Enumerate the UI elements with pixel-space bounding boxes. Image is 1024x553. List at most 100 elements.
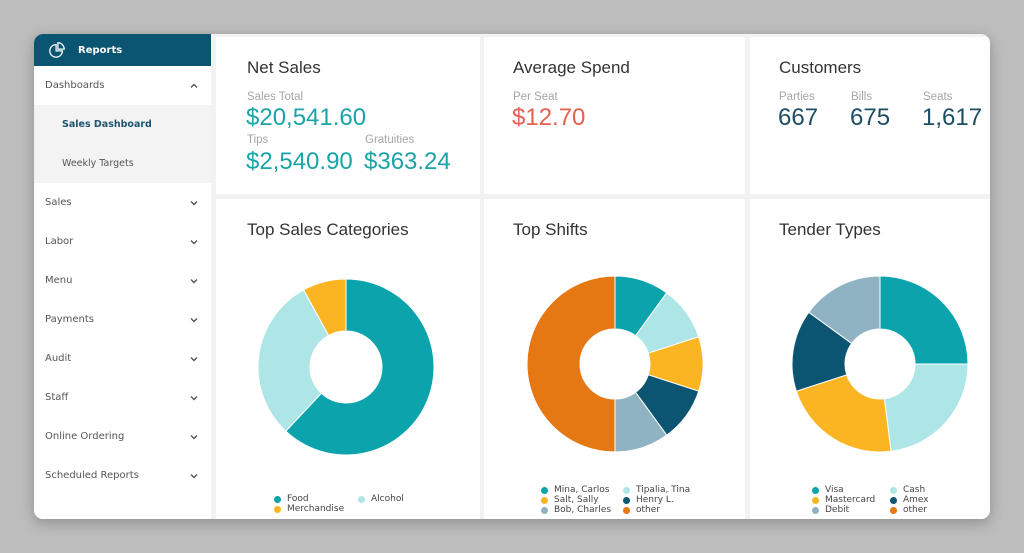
chevron-down-icon <box>190 434 198 439</box>
bills-label: Bills <box>851 91 873 103</box>
sidebar-item-labor[interactable]: Labor <box>34 222 211 261</box>
legend-swatch <box>541 506 548 514</box>
chart-legend: Food Alcohol Merchandise <box>274 494 438 514</box>
tender-types-donut <box>791 275 969 453</box>
pie-chart-icon <box>49 42 65 58</box>
legend-label: other <box>636 505 660 515</box>
sidebar-item-audit[interactable]: Audit <box>34 339 211 378</box>
chevron-down-icon <box>190 356 198 361</box>
card-title: Net Sales <box>247 58 321 77</box>
legend-label: Food <box>287 494 309 504</box>
legend-item: other <box>890 505 950 515</box>
legend-swatch <box>890 486 897 494</box>
sidebar-item-menu[interactable]: Menu <box>34 261 211 300</box>
top-sales-categories-card: Top Sales Categories Food Alcohol Merchand… <box>216 199 480 519</box>
sidebar-item-staff[interactable]: Staff <box>34 378 211 417</box>
chart-legend: Mina, Carlos Tipalia, Tina Salt, Sally Henr… <box>541 485 703 515</box>
legend-label: Henry L. <box>636 495 674 505</box>
sidebar-item-label: Online Ordering <box>45 431 125 442</box>
card-title: Tender Types <box>779 220 881 239</box>
chevron-down-icon <box>190 200 198 205</box>
card-title: Top Shifts <box>513 220 588 239</box>
legend-swatch <box>812 496 819 504</box>
legend-item: Cash <box>890 485 950 495</box>
sidebar-item-online-ordering[interactable]: Online Ordering <box>34 417 211 456</box>
chevron-down-icon <box>190 395 198 400</box>
sidebar-header-reports[interactable]: Reports <box>34 34 211 66</box>
legend-swatch <box>623 486 630 494</box>
gratuities-label: Gratuities <box>365 134 415 146</box>
sidebar-item-sales[interactable]: Sales <box>34 183 211 222</box>
sidebar-item-label: Scheduled Reports <box>45 470 139 481</box>
legend-item: Alcohol <box>358 494 438 504</box>
legend-label: Mina, Carlos <box>554 485 610 495</box>
legend-item: other <box>623 505 703 515</box>
sidebar-item-scheduled-reports[interactable]: Scheduled Reports <box>34 456 211 495</box>
legend-item: Merchandise <box>274 504 358 514</box>
card-title: Top Sales Categories <box>247 220 409 239</box>
app-window: Reports Dashboards Sales Dashboard Weekl… <box>34 34 990 519</box>
legend-item: Salt, Sally <box>541 495 623 505</box>
chevron-down-icon <box>190 278 198 283</box>
sidebar-item-label: Labor <box>45 236 74 247</box>
legend-swatch <box>358 495 365 503</box>
bills-value: 675 <box>850 104 891 131</box>
seats-value: 1,617 <box>922 104 983 131</box>
legend-item: Debit <box>812 505 890 515</box>
legend-swatch <box>274 495 281 503</box>
legend-label: Alcohol <box>371 494 404 504</box>
legend-item: Food <box>274 494 358 504</box>
legend-item: Mastercard <box>812 495 890 505</box>
sales-total-value: $20,541.60 <box>246 104 367 131</box>
chevron-down-icon <box>190 239 198 244</box>
legend-item: Tipalia, Tina <box>623 485 703 495</box>
legend-label: Debit <box>825 505 850 515</box>
sidebar-item-label: Staff <box>45 392 69 403</box>
legend-swatch <box>623 506 630 514</box>
sidebar-item-label: Audit <box>45 353 72 364</box>
legend-label: Bob, Charles <box>554 505 612 515</box>
sidebar-item-label: Dashboards <box>45 80 105 91</box>
parties-value: 667 <box>778 104 819 131</box>
sidebar-subitem-weekly-targets[interactable]: Weekly Targets <box>34 144 211 183</box>
chevron-down-icon <box>190 317 198 322</box>
legend-swatch <box>541 496 548 504</box>
gratuities-value: $363.24 <box>364 148 451 175</box>
parties-label: Parties <box>779 91 815 103</box>
legend-label: Salt, Sally <box>554 495 599 505</box>
legend-swatch <box>890 496 897 504</box>
sidebar-item-label: Menu <box>45 275 73 286</box>
sidebar-item-label: Payments <box>45 314 94 325</box>
legend-item: Amex <box>890 495 950 505</box>
legend-swatch <box>274 505 281 513</box>
legend-label: Merchandise <box>287 504 345 514</box>
seats-label: Seats <box>923 91 953 103</box>
legend-label: other <box>903 505 927 515</box>
chevron-up-icon <box>190 83 198 88</box>
per-seat-label: Per Seat <box>513 91 558 103</box>
sidebar-header-label: Reports <box>78 44 123 56</box>
top-shifts-donut <box>526 275 704 453</box>
top-sales-categories-donut <box>257 278 435 456</box>
average-spend-card: Average Spend Per Seat $12.70 <box>484 37 745 194</box>
legend-label: Cash <box>903 485 926 495</box>
legend-item: Visa <box>812 485 890 495</box>
donut-slice-other[interactable] <box>526 275 616 453</box>
donut-slice-visa[interactable] <box>879 275 969 365</box>
top-shifts-card: Top Shifts Mina, Carlos Tipalia, Tina Salt… <box>484 199 745 519</box>
legend-label: Mastercard <box>825 495 876 505</box>
sales-total-label: Sales Total <box>247 91 304 103</box>
sidebar-subitem-sales-dashboard[interactable]: Sales Dashboard <box>34 105 211 144</box>
legend-label: Amex <box>903 495 929 505</box>
sidebar-item-payments[interactable]: Payments <box>34 300 211 339</box>
net-sales-card: Net Sales Sales Total $20,541.60 Tips $2… <box>216 37 480 194</box>
chart-legend: Visa Cash Mastercard Amex Debit other <box>812 485 950 515</box>
tender-types-card: Tender Types Visa Cash Mastercard Amex Debit… <box>750 199 990 519</box>
customers-card: Customers Parties 667 Bills 675 Seats 1,… <box>750 37 990 194</box>
legend-swatch <box>541 486 548 494</box>
legend-swatch <box>812 486 819 494</box>
legend-swatch <box>890 506 897 514</box>
sidebar-item-dashboards[interactable]: Dashboards <box>34 66 211 105</box>
card-title: Customers <box>779 58 862 77</box>
donut-slice-cash[interactable] <box>883 363 969 452</box>
